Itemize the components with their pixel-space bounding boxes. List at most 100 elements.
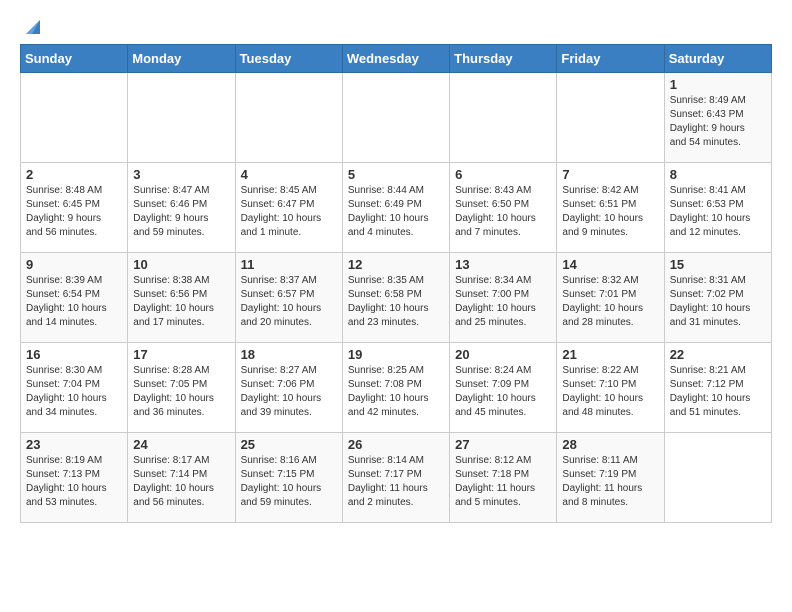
calendar-cell [342, 73, 449, 163]
day-number: 5 [348, 167, 444, 182]
week-row-1: 1 Sunrise: 8:49 AM Sunset: 6:43 PM Daylig… [21, 73, 772, 163]
day-info: Sunrise: 8:11 AM Sunset: 7:19 PM Dayligh… [562, 454, 658, 510]
day-number: 4 [241, 167, 337, 182]
day-info: Sunrise: 8:38 AM Sunset: 6:56 PM Dayligh… [133, 274, 229, 330]
day-header-saturday: Saturday [664, 45, 771, 73]
calendar-cell: 24 Sunrise: 8:17 AM Sunset: 7:14 PM Dayli… [128, 433, 235, 523]
day-info: Sunrise: 8:49 AM Sunset: 6:43 PM Dayligh… [670, 94, 766, 150]
calendar-cell [557, 73, 664, 163]
calendar-cell [128, 73, 235, 163]
calendar-cell: 14 Sunrise: 8:32 AM Sunset: 7:01 PM Dayli… [557, 253, 664, 343]
day-info: Sunrise: 8:16 AM Sunset: 7:15 PM Dayligh… [241, 454, 337, 510]
day-info: Sunrise: 8:43 AM Sunset: 6:50 PM Dayligh… [455, 184, 551, 240]
calendar-cell: 6 Sunrise: 8:43 AM Sunset: 6:50 PM Daylig… [450, 163, 557, 253]
calendar-cell: 22 Sunrise: 8:21 AM Sunset: 7:12 PM Dayli… [664, 343, 771, 433]
day-info: Sunrise: 8:37 AM Sunset: 6:57 PM Dayligh… [241, 274, 337, 330]
calendar-cell: 9Sunrise: 8:39 AM Sunset: 6:54 PM Daylig… [21, 253, 128, 343]
calendar-cell: 26Sunrise: 8:14 AM Sunset: 7:17 PM Dayli… [342, 433, 449, 523]
calendar-cell: 11 Sunrise: 8:37 AM Sunset: 6:57 PM Dayli… [235, 253, 342, 343]
day-number: 12 [348, 257, 444, 272]
day-number: 7 [562, 167, 658, 182]
day-header-thursday: Thursday [450, 45, 557, 73]
day-number: 16 [26, 347, 122, 362]
day-info: Sunrise: 8:27 AM Sunset: 7:06 PM Dayligh… [241, 364, 337, 420]
calendar-cell [235, 73, 342, 163]
calendar-cell: 16 Sunrise: 8:30 AM Sunset: 7:04 PM Dayli… [21, 343, 128, 433]
logo [20, 16, 44, 32]
day-number: 19 [348, 347, 444, 362]
day-info: Sunrise: 8:30 AM Sunset: 7:04 PM Dayligh… [26, 364, 122, 420]
calendar-cell: 2Sunrise: 8:48 AM Sunset: 6:45 PM Daylig… [21, 163, 128, 253]
day-number: 18 [241, 347, 337, 362]
header [20, 16, 772, 32]
calendar-cell: 15 Sunrise: 8:31 AM Sunset: 7:02 PM Dayli… [664, 253, 771, 343]
day-number: 24 [133, 437, 229, 452]
calendar-cell: 23 Sunrise: 8:19 AM Sunset: 7:13 PM Dayli… [21, 433, 128, 523]
day-info: Sunrise: 8:19 AM Sunset: 7:13 PM Dayligh… [26, 454, 122, 510]
day-info: Sunrise: 8:12 AM Sunset: 7:18 PM Dayligh… [455, 454, 551, 510]
calendar-cell [664, 433, 771, 523]
day-info: Sunrise: 8:44 AM Sunset: 6:49 PM Dayligh… [348, 184, 444, 240]
day-number: 14 [562, 257, 658, 272]
calendar-cell [21, 73, 128, 163]
calendar-cell: 17 Sunrise: 8:28 AM Sunset: 7:05 PM Dayli… [128, 343, 235, 433]
day-info: Sunrise: 8:28 AM Sunset: 7:05 PM Dayligh… [133, 364, 229, 420]
calendar-cell: 5 Sunrise: 8:44 AM Sunset: 6:49 PM Daylig… [342, 163, 449, 253]
day-number: 1 [670, 77, 766, 92]
day-info: Sunrise: 8:31 AM Sunset: 7:02 PM Dayligh… [670, 274, 766, 330]
calendar-cell: 21 Sunrise: 8:22 AM Sunset: 7:10 PM Dayli… [557, 343, 664, 433]
calendar-cell: 8 Sunrise: 8:41 AM Sunset: 6:53 PM Daylig… [664, 163, 771, 253]
days-header-row: SundayMondayTuesdayWednesdayThursdayFrid… [21, 45, 772, 73]
day-info: Sunrise: 8:22 AM Sunset: 7:10 PM Dayligh… [562, 364, 658, 420]
day-info: Sunrise: 8:45 AM Sunset: 6:47 PM Dayligh… [241, 184, 337, 240]
calendar-cell: 25 Sunrise: 8:16 AM Sunset: 7:15 PM Dayli… [235, 433, 342, 523]
day-number: 22 [670, 347, 766, 362]
day-number: 8 [670, 167, 766, 182]
day-info: Sunrise: 8:41 AM Sunset: 6:53 PM Dayligh… [670, 184, 766, 240]
day-header-friday: Friday [557, 45, 664, 73]
day-number: 25 [241, 437, 337, 452]
day-number: 17 [133, 347, 229, 362]
day-number: 15 [670, 257, 766, 272]
day-number: 21 [562, 347, 658, 362]
week-row-4: 16 Sunrise: 8:30 AM Sunset: 7:04 PM Dayli… [21, 343, 772, 433]
calendar-cell: 19 Sunrise: 8:25 AM Sunset: 7:08 PM Dayli… [342, 343, 449, 433]
day-header-tuesday: Tuesday [235, 45, 342, 73]
day-info: Sunrise: 8:21 AM Sunset: 7:12 PM Dayligh… [670, 364, 766, 420]
logo-icon [22, 16, 44, 38]
day-number: 23 [26, 437, 122, 452]
day-info: Sunrise: 8:17 AM Sunset: 7:14 PM Dayligh… [133, 454, 229, 510]
day-info: Sunrise: 8:32 AM Sunset: 7:01 PM Dayligh… [562, 274, 658, 330]
calendar-table: SundayMondayTuesdayWednesdayThursdayFrid… [20, 44, 772, 523]
calendar-cell: 3 Sunrise: 8:47 AM Sunset: 6:46 PM Daylig… [128, 163, 235, 253]
day-info: Sunrise: 8:48 AM Sunset: 6:45 PM Dayligh… [26, 184, 122, 240]
week-row-5: 23 Sunrise: 8:19 AM Sunset: 7:13 PM Dayli… [21, 433, 772, 523]
calendar-cell: 20 Sunrise: 8:24 AM Sunset: 7:09 PM Dayli… [450, 343, 557, 433]
day-number: 9 [26, 257, 122, 272]
day-number: 10 [133, 257, 229, 272]
day-number: 6 [455, 167, 551, 182]
day-info: Sunrise: 8:47 AM Sunset: 6:46 PM Dayligh… [133, 184, 229, 240]
calendar-cell: 27 Sunrise: 8:12 AM Sunset: 7:18 PM Dayli… [450, 433, 557, 523]
day-header-wednesday: Wednesday [342, 45, 449, 73]
day-info: Sunrise: 8:35 AM Sunset: 6:58 PM Dayligh… [348, 274, 444, 330]
calendar-cell: 28 Sunrise: 8:11 AM Sunset: 7:19 PM Dayli… [557, 433, 664, 523]
day-info: Sunrise: 8:14 AM Sunset: 7:17 PM Dayligh… [348, 454, 444, 510]
calendar-cell: 12 Sunrise: 8:35 AM Sunset: 6:58 PM Dayli… [342, 253, 449, 343]
day-info: Sunrise: 8:25 AM Sunset: 7:08 PM Dayligh… [348, 364, 444, 420]
calendar-cell: 7 Sunrise: 8:42 AM Sunset: 6:51 PM Daylig… [557, 163, 664, 253]
calendar-cell: 4 Sunrise: 8:45 AM Sunset: 6:47 PM Daylig… [235, 163, 342, 253]
day-number: 27 [455, 437, 551, 452]
day-number: 3 [133, 167, 229, 182]
day-info: Sunrise: 8:24 AM Sunset: 7:09 PM Dayligh… [455, 364, 551, 420]
calendar-cell: 18 Sunrise: 8:27 AM Sunset: 7:06 PM Dayli… [235, 343, 342, 433]
calendar-cell: 1 Sunrise: 8:49 AM Sunset: 6:43 PM Daylig… [664, 73, 771, 163]
week-row-3: 9Sunrise: 8:39 AM Sunset: 6:54 PM Daylig… [21, 253, 772, 343]
day-number: 28 [562, 437, 658, 452]
day-info: Sunrise: 8:42 AM Sunset: 6:51 PM Dayligh… [562, 184, 658, 240]
day-number: 20 [455, 347, 551, 362]
calendar-cell: 13Sunrise: 8:34 AM Sunset: 7:00 PM Dayli… [450, 253, 557, 343]
page: SundayMondayTuesdayWednesdayThursdayFrid… [0, 0, 792, 539]
week-row-2: 2Sunrise: 8:48 AM Sunset: 6:45 PM Daylig… [21, 163, 772, 253]
day-number: 11 [241, 257, 337, 272]
